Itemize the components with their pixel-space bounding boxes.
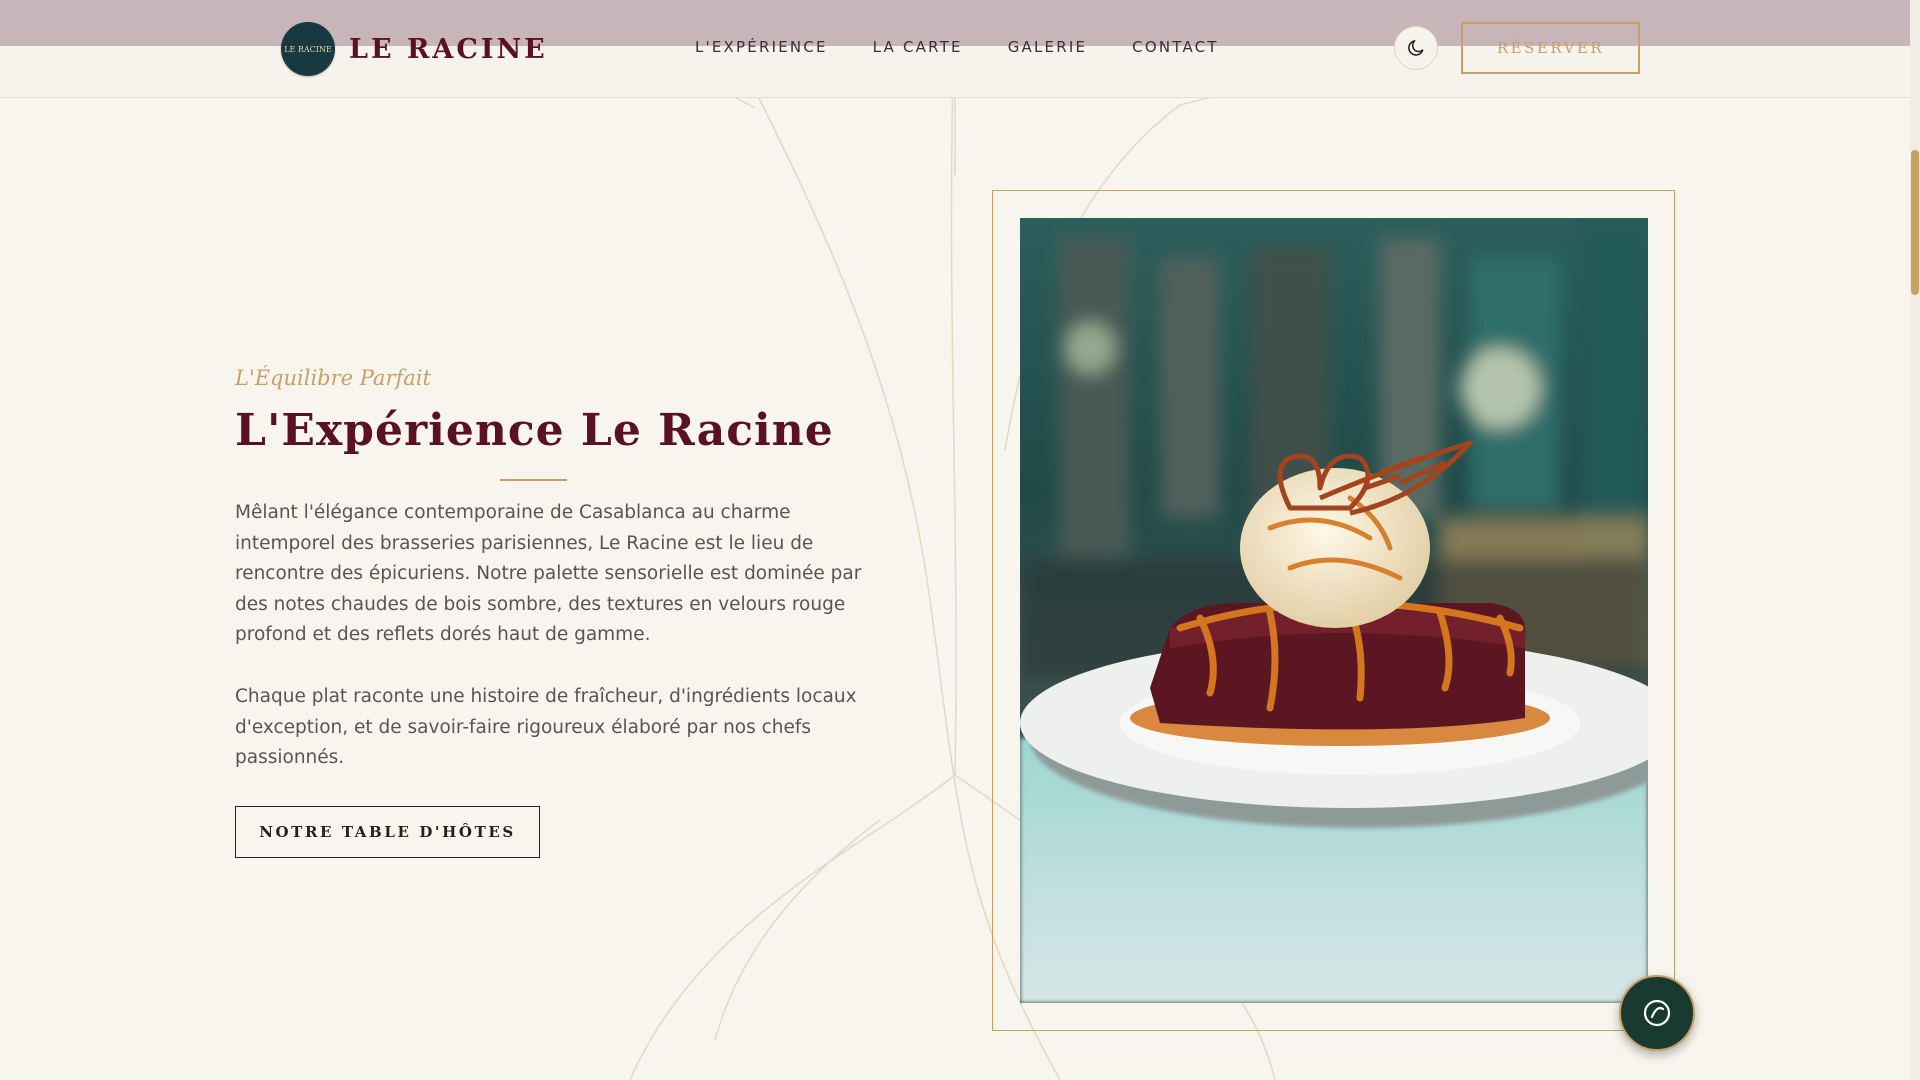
- dessert-photo: [1020, 218, 1648, 1003]
- title-divider: [500, 479, 567, 481]
- section-title: L'Expérience Le Racine: [235, 405, 834, 456]
- detail-paragraph: Chaque plat raconte une histoire de fraî…: [235, 686, 857, 768]
- intro-paragraph: Mêlant l'élégance contemporaine de Casab…: [235, 502, 862, 645]
- table-hotes-button[interactable]: NOTRE TABLE D'HÔTES: [235, 806, 540, 858]
- logo-link[interactable]: LE RACINE LE RACINE: [281, 22, 548, 76]
- chat-button[interactable]: [1619, 975, 1695, 1051]
- nav-galerie[interactable]: GALERIE: [1008, 38, 1087, 56]
- scrollbar-thumb[interactable]: [1911, 150, 1919, 295]
- moon-icon: [1408, 40, 1424, 56]
- main-nav: L'EXPÉRIENCE LA CARTE GALERIE CONTACT: [695, 38, 1219, 56]
- nav-la-carte[interactable]: LA CARTE: [873, 38, 963, 56]
- logo-badge: LE RACINE: [281, 22, 335, 76]
- brand-name: LE RACINE: [349, 33, 548, 65]
- section-eyebrow: L'Équilibre Parfait: [235, 366, 431, 390]
- reserve-button[interactable]: RÉSERVER: [1461, 22, 1640, 74]
- nav-experience[interactable]: L'EXPÉRIENCE: [695, 38, 828, 56]
- chat-icon: [1643, 999, 1671, 1027]
- theme-toggle-button[interactable]: [1394, 26, 1438, 70]
- nav-contact[interactable]: CONTACT: [1132, 38, 1219, 56]
